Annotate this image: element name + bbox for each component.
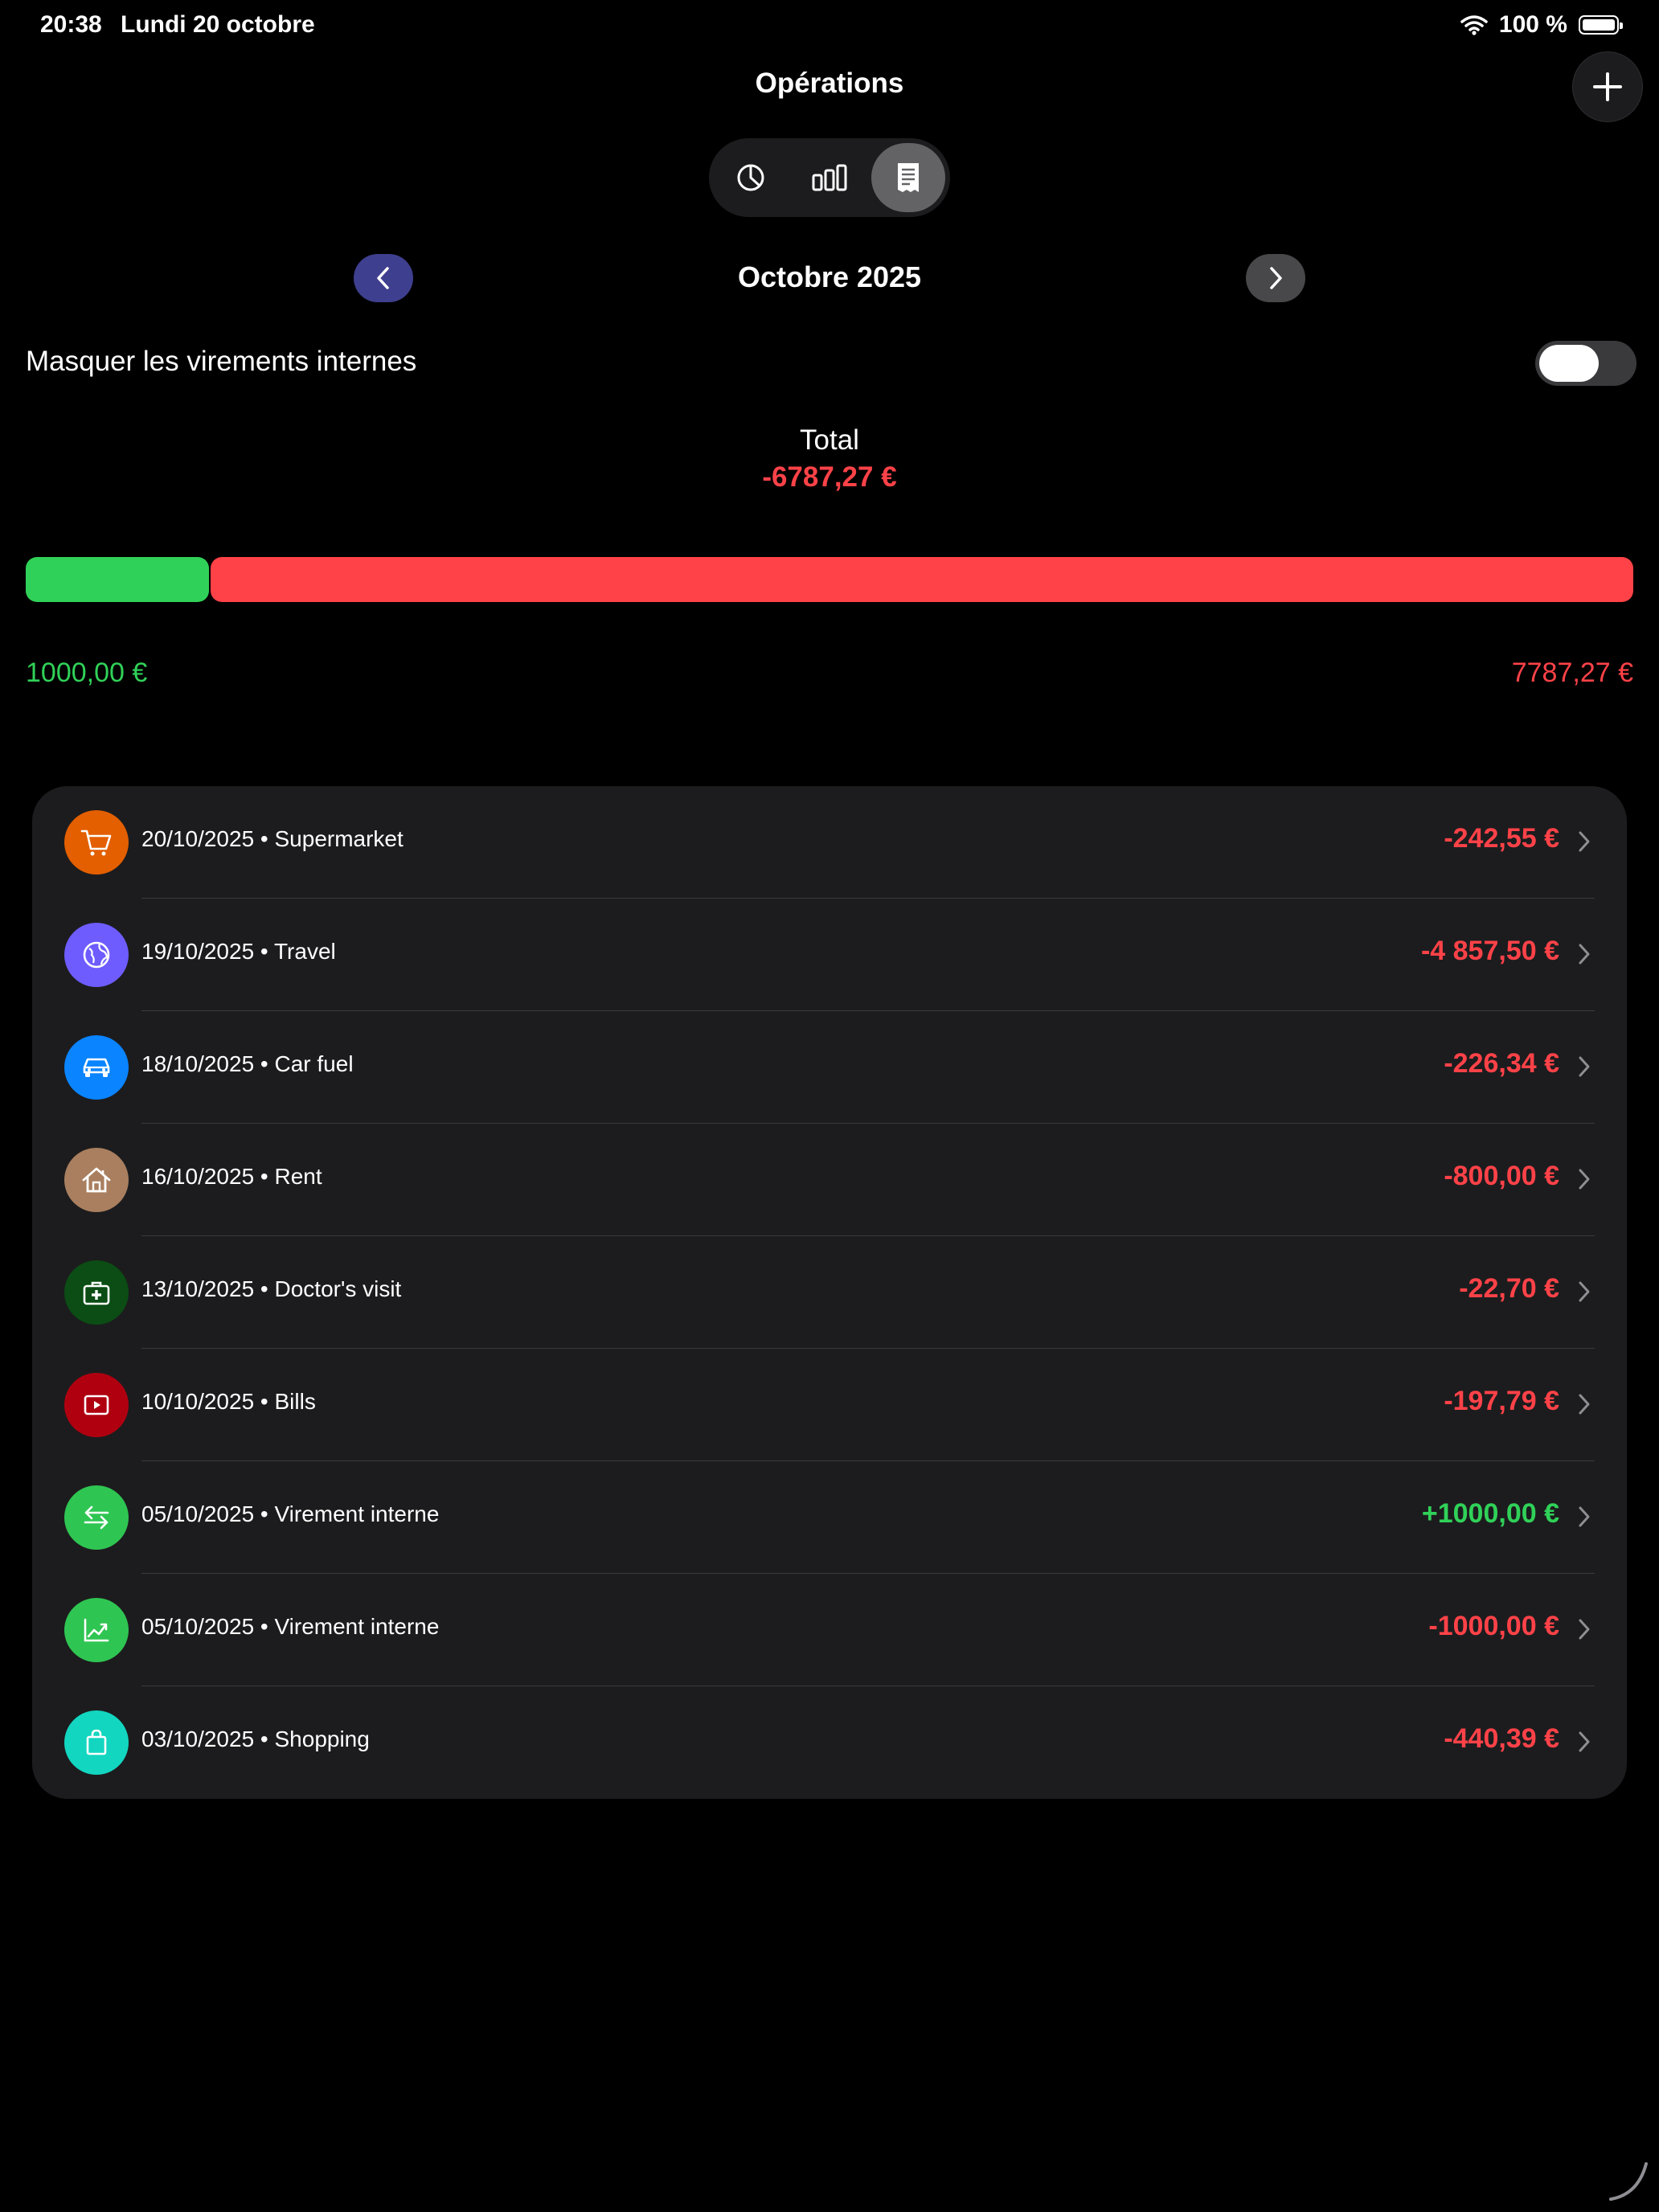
- category-icon-badge: [64, 1260, 129, 1325]
- transaction-label: 10/10/2025 • Bills: [141, 1389, 316, 1414]
- transaction-row[interactable]: 20/10/2025 • Supermarket -242,55 €: [32, 786, 1627, 899]
- transaction-label: 05/10/2025 • Virement interne: [141, 1501, 440, 1526]
- house-icon: [82, 1167, 111, 1193]
- category-icon-badge: [64, 1598, 129, 1662]
- chevron-right-icon: [1579, 1731, 1590, 1752]
- transaction-row[interactable]: 18/10/2025 • Car fuel -226,34 €: [32, 1011, 1627, 1124]
- transaction-label: 16/10/2025 • Rent: [141, 1164, 322, 1189]
- category-icon-badge: [64, 1035, 129, 1100]
- transaction-label: 18/10/2025 • Car fuel: [141, 1051, 354, 1076]
- car-icon: [83, 1058, 110, 1077]
- chevron-right-icon: [1579, 831, 1590, 852]
- view-bar-button[interactable]: [793, 143, 866, 212]
- transaction-amount: -242,55 €: [1444, 823, 1559, 854]
- chevron-right-icon: [1579, 1619, 1590, 1640]
- category-icon-badge: [64, 1373, 129, 1437]
- transactions-list: 20/10/2025 • Supermarket -242,55 € 19/10/2…: [32, 786, 1627, 1799]
- chevron-right-icon: [1579, 1056, 1590, 1077]
- medical-bag-icon: [83, 1281, 110, 1305]
- chevron-right-icon: [1579, 1281, 1590, 1302]
- view-switcher: [709, 138, 950, 217]
- next-month-button[interactable]: [1246, 254, 1305, 302]
- transaction-row[interactable]: 10/10/2025 • Bills -197,79 €: [32, 1349, 1627, 1461]
- transaction-amount: -4 857,50 €: [1420, 936, 1559, 966]
- category-icon-badge: [64, 1148, 129, 1212]
- battery-percent: 100 %: [1498, 11, 1567, 38]
- transaction-amount: -440,39 €: [1444, 1723, 1559, 1754]
- transaction-amount: +1000,00 €: [1421, 1498, 1559, 1529]
- chevron-right-icon: [1270, 267, 1282, 289]
- transaction-row[interactable]: 13/10/2025 • Doctor's visit -22,70 €: [32, 1236, 1627, 1349]
- income-segment: [26, 557, 209, 602]
- transaction-amount: -1000,00 €: [1428, 1611, 1559, 1641]
- chevron-right-icon: [1579, 1506, 1590, 1527]
- transaction-row[interactable]: 03/10/2025 • Shopping -440,39 €: [32, 1686, 1627, 1799]
- transaction-label: 20/10/2025 • Supermarket: [141, 826, 403, 851]
- transaction-amount: -197,79 €: [1444, 1386, 1559, 1416]
- transaction-row[interactable]: 05/10/2025 • Virement interne -1000,00 €: [32, 1574, 1627, 1686]
- transaction-row[interactable]: 19/10/2025 • Travel -4 857,50 €: [32, 899, 1627, 1011]
- chevron-right-icon: [1579, 1169, 1590, 1190]
- expense-amount: 7787,27 €: [1511, 657, 1633, 688]
- cart-icon: [80, 830, 112, 856]
- income-amount: 1000,00 €: [26, 657, 148, 688]
- category-icon-badge: [64, 810, 129, 875]
- pie-chart-icon: [737, 164, 764, 191]
- category-icon-badge: [64, 1485, 129, 1550]
- wifi-icon: [1460, 15, 1488, 35]
- shopping-bag-icon: [86, 1729, 107, 1755]
- transaction-row[interactable]: 16/10/2025 • Rent -800,00 €: [32, 1124, 1627, 1236]
- status-time: 20:38: [40, 11, 102, 38]
- add-operation-button[interactable]: [1572, 51, 1643, 122]
- transaction-row[interactable]: 05/10/2025 • Virement interne +1000,00 €: [32, 1461, 1627, 1574]
- month-label: Octobre 2025: [737, 260, 922, 293]
- expense-segment: [211, 557, 1633, 602]
- transaction-label: 13/10/2025 • Doctor's visit: [141, 1276, 402, 1301]
- transfer-arrows-icon: [84, 1505, 109, 1530]
- toggle-knob: [1539, 345, 1599, 382]
- play-screen-icon: [84, 1395, 109, 1415]
- transaction-label: 19/10/2025 • Travel: [141, 939, 336, 964]
- status-indicators: 100 %: [1460, 11, 1623, 39]
- category-icon-badge: [64, 923, 129, 987]
- chevron-right-icon: [1579, 1394, 1590, 1415]
- trend-chart-icon: [84, 1618, 109, 1642]
- transaction-amount: -22,70 €: [1459, 1273, 1559, 1304]
- globe-icon: [83, 941, 110, 969]
- hide-transfers-toggle[interactable]: [1535, 341, 1636, 386]
- status-date: Lundi 20 octobre: [121, 11, 315, 38]
- transaction-amount: -226,34 €: [1444, 1048, 1559, 1079]
- view-pie-button[interactable]: [714, 143, 788, 212]
- list-receipt-icon: [898, 163, 919, 192]
- window-resize-handle-icon[interactable]: [1606, 2159, 1651, 2204]
- hide-transfers-label: Masquer les virements internes: [26, 346, 417, 377]
- income-expense-bar: [26, 557, 1633, 602]
- transaction-amount: -800,00 €: [1444, 1161, 1559, 1191]
- category-icon-badge: [64, 1710, 129, 1775]
- plus-icon: [1593, 72, 1622, 101]
- transaction-label: 05/10/2025 • Virement interne: [141, 1614, 440, 1639]
- view-list-button[interactable]: [871, 143, 945, 212]
- page-title: Opérations: [755, 68, 904, 99]
- battery-icon: [1579, 15, 1623, 35]
- chevron-right-icon: [1579, 944, 1590, 965]
- total-label: Total: [800, 424, 859, 456]
- total-value: -6787,27 €: [762, 461, 897, 493]
- transaction-label: 03/10/2025 • Shopping: [141, 1727, 370, 1751]
- bar-chart-icon: [812, 164, 847, 191]
